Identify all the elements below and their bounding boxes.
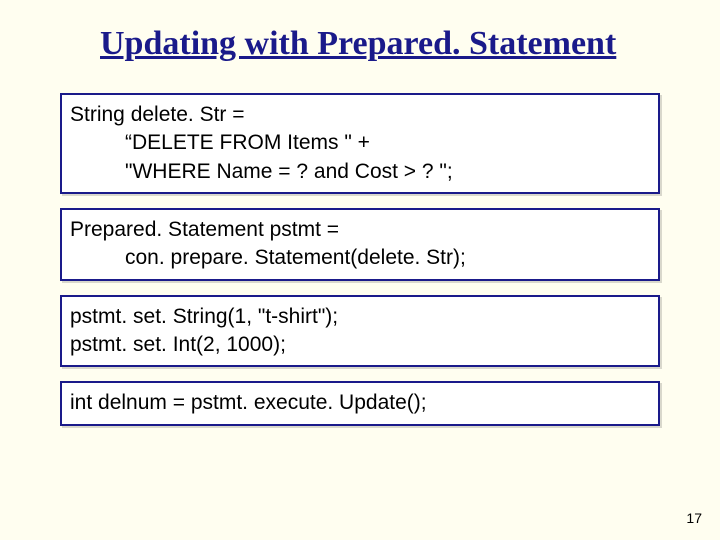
code-line: int delnum = pstmt. execute. Update();: [70, 389, 650, 417]
code-box-4: int delnum = pstmt. execute. Update();: [60, 381, 660, 425]
code-line: con. prepare. Statement(delete. Str);: [125, 244, 650, 272]
code-box-1: String delete. Str = “DELETE FROM Items …: [60, 93, 660, 194]
code-box-2: Prepared. Statement pstmt = con. prepare…: [60, 208, 660, 281]
page-number: 17: [686, 510, 702, 526]
code-line: String delete. Str =: [70, 101, 650, 129]
code-line: "WHERE Name = ? and Cost > ? ";: [125, 158, 650, 186]
code-line: pstmt. set. Int(2, 1000);: [70, 331, 650, 359]
slide-title: Updating with Prepared. Statement: [100, 25, 660, 63]
code-line: Prepared. Statement pstmt =: [70, 216, 650, 244]
slide: Updating with Prepared. Statement String…: [0, 0, 720, 540]
code-box-3: pstmt. set. String(1, "t-shirt"); pstmt.…: [60, 295, 660, 368]
code-line: pstmt. set. String(1, "t-shirt");: [70, 303, 650, 331]
code-line: “DELETE FROM Items " +: [125, 129, 650, 157]
